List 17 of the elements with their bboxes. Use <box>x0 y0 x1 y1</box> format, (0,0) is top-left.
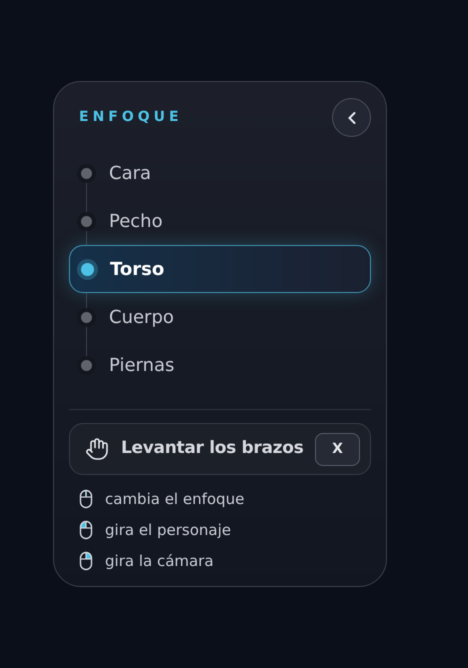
focus-item[interactable]: Cara <box>69 149 371 197</box>
focus-item[interactable]: Cuerpo <box>69 293 371 341</box>
key-button[interactable]: X <box>315 432 360 466</box>
back-button[interactable] <box>332 98 371 137</box>
hint-text: gira el personaje <box>105 520 231 541</box>
focus-item[interactable]: Torso <box>69 245 371 293</box>
focus-item[interactable]: Piernas <box>69 341 371 389</box>
hint-text: cambia el enfoque <box>105 488 244 510</box>
mouse-icon <box>79 551 93 571</box>
chevron-left-icon <box>346 110 356 124</box>
action-label: Levantar los brazos <box>121 437 304 460</box>
hand-icon <box>85 437 109 461</box>
focus-item[interactable]: Pecho <box>69 197 371 245</box>
mouse-icon <box>79 489 93 509</box>
panel-title: ENFOQUE <box>79 108 183 127</box>
hint-text: gira la cámara <box>105 550 214 572</box>
mouse-icon <box>79 520 93 540</box>
